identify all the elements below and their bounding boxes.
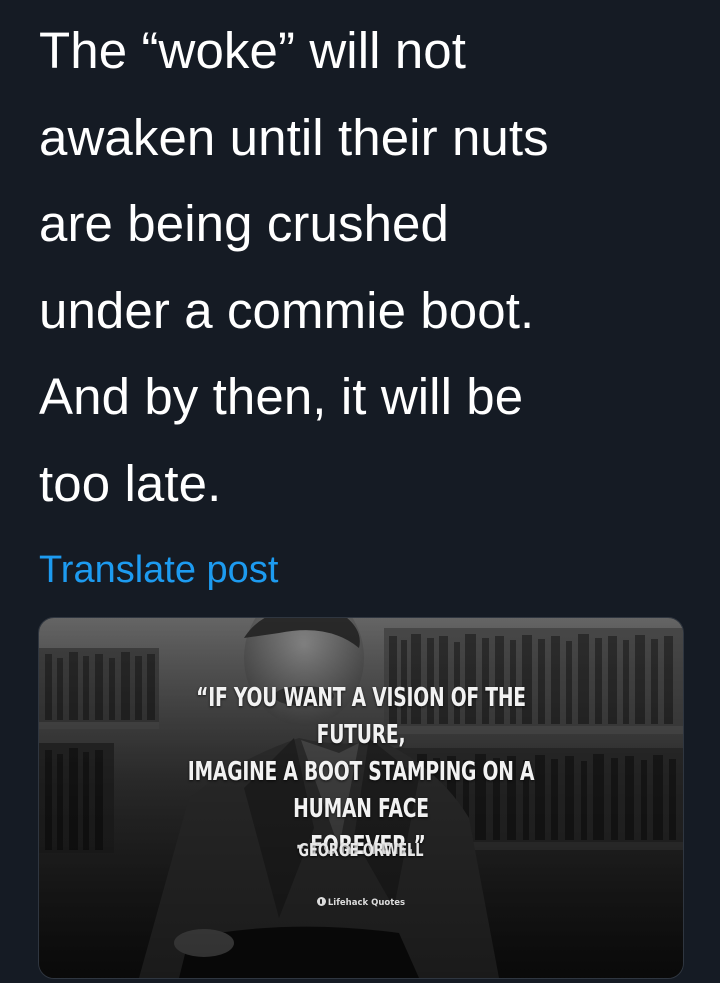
post-text: The “woke” will not awaken until their n… — [39, 22, 549, 512]
media-image-card[interactable]: “If you want a vision of the future, ima… — [38, 617, 684, 979]
lifehack-logo-icon — [316, 897, 326, 906]
quote-author: George Orwell — [298, 840, 424, 861]
watermark-label: Lifehack Quotes — [327, 898, 406, 908]
watermark: Lifehack Quotes — [311, 897, 411, 909]
quote-text: “If you want a vision of the future, ima… — [187, 683, 535, 861]
translate-post-link[interactable]: Translate post — [39, 546, 278, 594]
